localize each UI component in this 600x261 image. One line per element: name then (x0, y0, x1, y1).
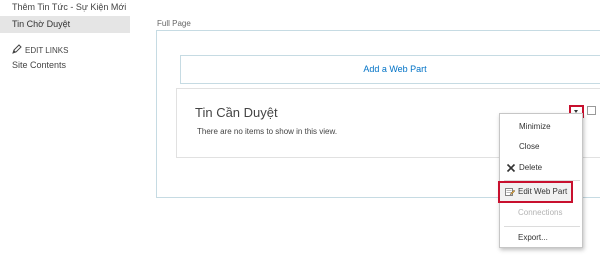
add-web-part-button[interactable]: Add a Web Part (180, 55, 600, 84)
zone-label: Full Page (157, 19, 191, 28)
nav-item-label: Tin Chờ Duyệt (12, 19, 71, 29)
menu-item-label: Minimize (519, 122, 551, 131)
menu-item-delete[interactable]: Delete (500, 158, 584, 178)
edit-links-label: EDIT LINKS (25, 46, 69, 55)
menu-item-label: Export... (518, 233, 548, 242)
menu-item-edit-web-part[interactable]: Edit Web Part (498, 181, 573, 203)
web-part-empty-message: There are no items to show in this view. (197, 127, 338, 136)
edit-links-link[interactable]: EDIT LINKS (12, 44, 68, 58)
nav-item-label: Thêm Tin Tức - Sự Kiện Mới (12, 2, 127, 12)
nav-item-label: Site Contents (12, 60, 67, 70)
pencil-icon (12, 44, 22, 54)
menu-item-label: Close (519, 142, 540, 151)
menu-item-export[interactable]: Export... (499, 228, 583, 248)
left-navigation: Thêm Tin Tức - Sự Kiện Mới Tin Chờ Duyệt… (0, 0, 130, 261)
delete-x-icon (506, 163, 516, 173)
web-part-title[interactable]: Tin Cần Duyệt (195, 105, 278, 121)
nav-item-site-contents[interactable]: Site Contents (0, 57, 130, 74)
menu-item-minimize[interactable]: Minimize (500, 117, 584, 137)
web-part-select-checkbox[interactable] (587, 106, 596, 115)
menu-item-label: Connections (518, 208, 563, 217)
edit-web-part-icon (505, 188, 515, 196)
menu-item-label: Delete (519, 163, 543, 172)
menu-item-connections: Connections (499, 203, 583, 223)
menu-separator (504, 226, 580, 227)
nav-item-add-news[interactable]: Thêm Tin Tức - Sự Kiện Mới (0, 0, 130, 16)
menu-item-close[interactable]: Close (500, 137, 584, 157)
menu-item-label: Edit Web Part (518, 187, 568, 196)
nav-item-pending-news[interactable]: Tin Chờ Duyệt (0, 16, 130, 33)
